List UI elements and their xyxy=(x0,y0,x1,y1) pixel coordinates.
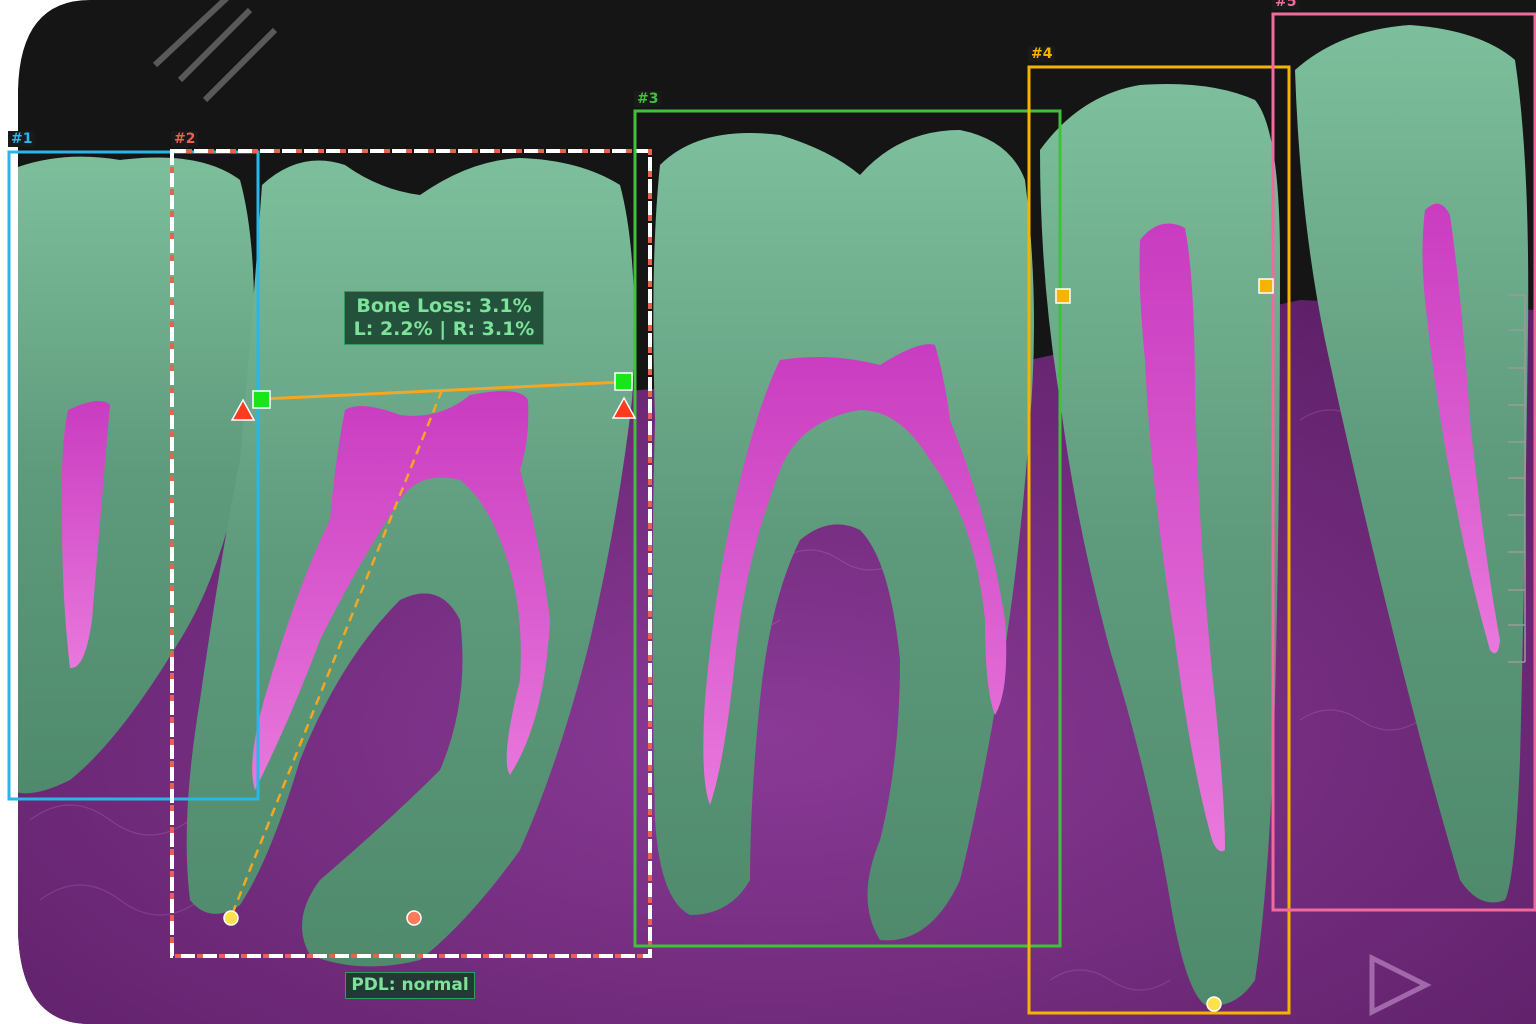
apex-marker-4 xyxy=(1206,996,1222,1012)
bone-loss-sides: L: 2.2% | R: 3.1% xyxy=(353,318,535,340)
cej-marker-4a xyxy=(1055,288,1071,304)
cej-left-marker xyxy=(252,390,271,409)
bone-loss-total: Bone Loss: 3.1% xyxy=(356,295,532,317)
apex-marker-2b xyxy=(406,910,422,926)
tooth-tag-1: #1 xyxy=(8,131,36,147)
apex-marker-2a xyxy=(223,910,239,926)
bone-loss-label: Bone Loss: 3.1% L: 2.2% | R: 3.1% xyxy=(344,291,544,345)
cej-marker-4b xyxy=(1258,278,1274,294)
tooth-tag-2: #2 xyxy=(171,131,199,147)
tooth-tag-4: #4 xyxy=(1028,46,1056,62)
pdl-status-label: PDL: normal xyxy=(345,972,475,999)
dental-xray-image xyxy=(0,0,1536,1024)
tooth-tag-3: #3 xyxy=(634,91,662,107)
tooth-tag-5: #5 xyxy=(1272,0,1300,10)
cej-right-marker xyxy=(614,372,633,391)
